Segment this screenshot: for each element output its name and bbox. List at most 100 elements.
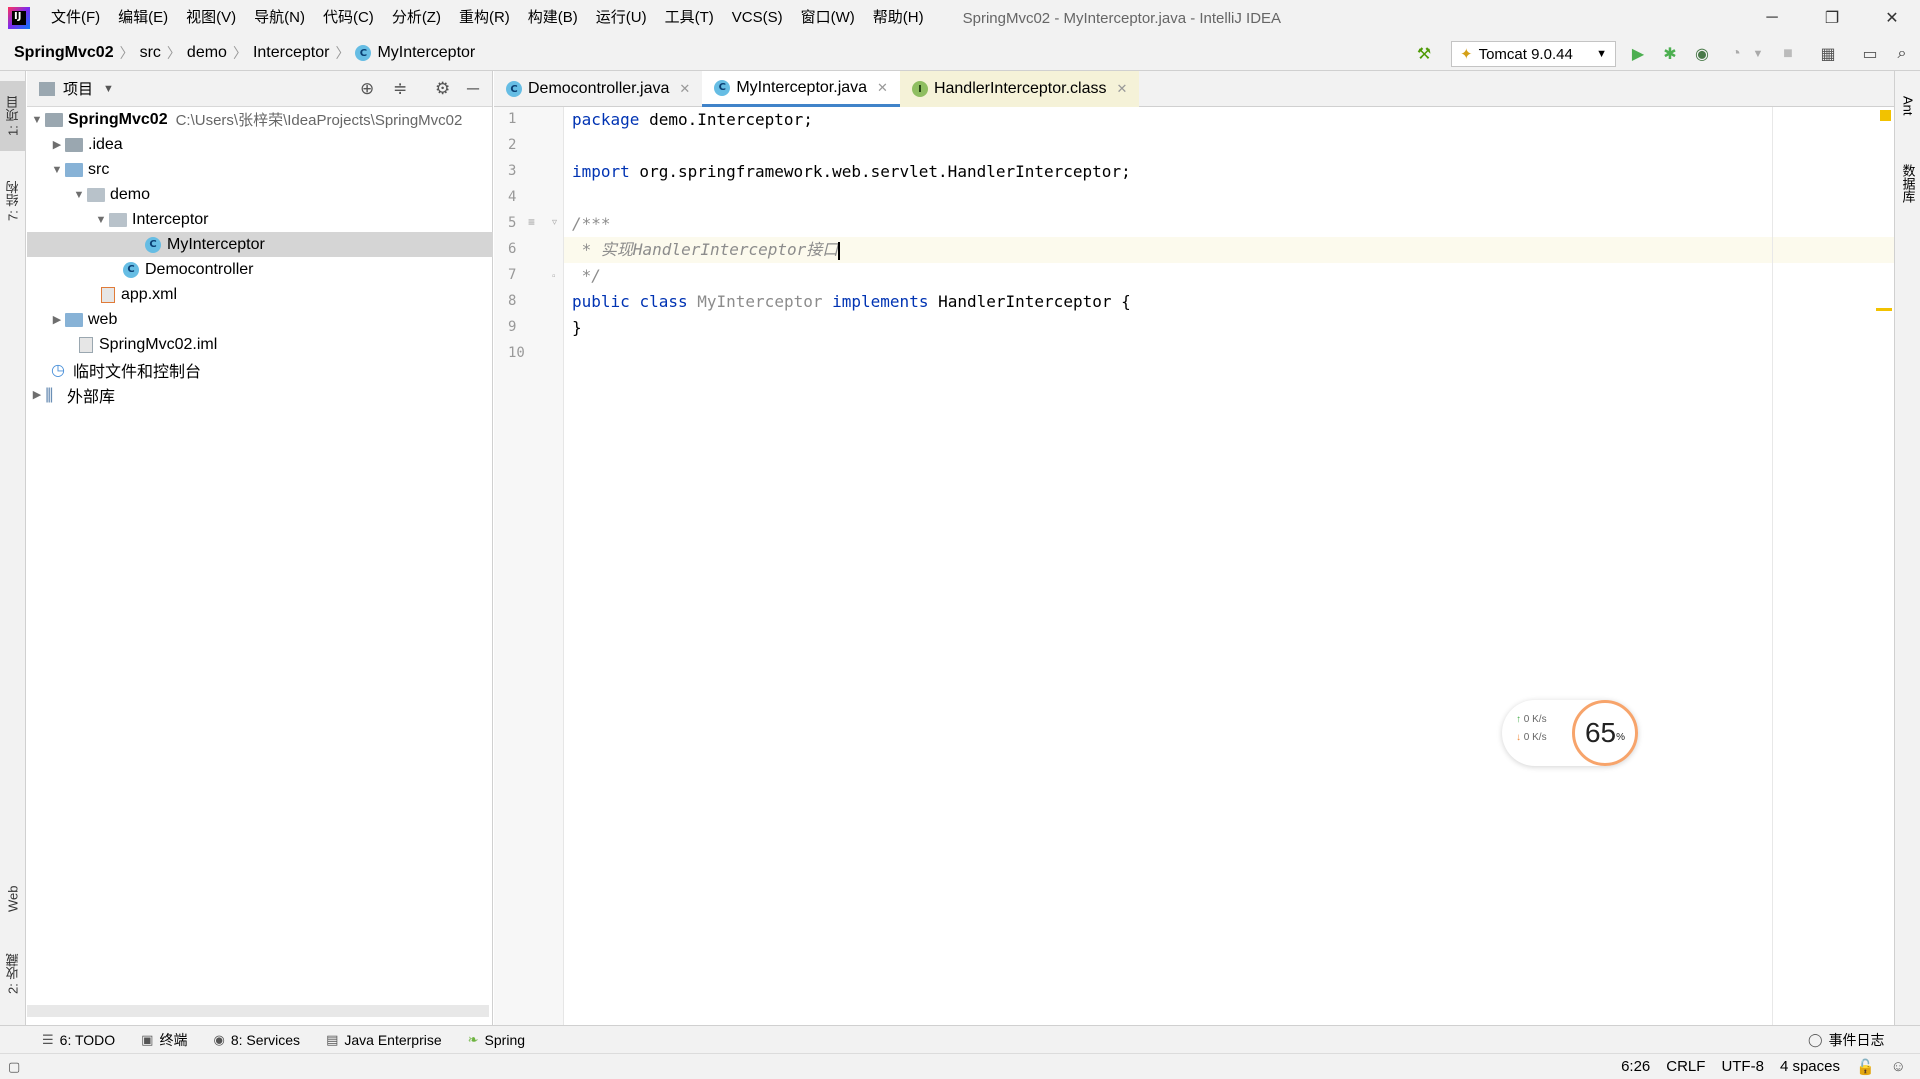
close-tab-icon[interactable]: ✕ — [1116, 81, 1127, 97]
package-icon — [109, 212, 127, 227]
menu-tools[interactable]: 工具(T) — [656, 0, 723, 36]
fold-end-icon[interactable]: ▫ — [552, 271, 556, 282]
collapsed-arrow-icon[interactable]: ▶ — [49, 138, 65, 151]
editor-gutter[interactable]: 1 2 3 4 5 6 7 8 9 10 ≡ ▿ ▫ — [494, 107, 564, 1025]
collapse-all-icon[interactable]: ≑ — [393, 79, 407, 99]
tab-terminal[interactable]: ▣ 终端 — [141, 1030, 187, 1050]
run-configuration-select[interactable]: ✦ Tomcat 9.0.44 ▼ — [1451, 41, 1616, 67]
menu-edit[interactable]: 编辑(E) — [109, 0, 177, 36]
close-icon[interactable]: ✕ — [1868, 0, 1916, 36]
collapsed-arrow-icon[interactable]: ▶ — [29, 388, 45, 401]
inspection-status-icon[interactable] — [1880, 110, 1891, 121]
breadcrumb-src[interactable]: src — [136, 44, 165, 62]
tree-node-appxml[interactable]: app.xml — [27, 282, 493, 307]
line-separator[interactable]: CRLF — [1666, 1058, 1705, 1075]
tree-node-label: SpringMvc02.iml — [99, 335, 218, 353]
tree-node-libraries[interactable]: ▶ ||| 外部库 — [27, 382, 493, 407]
debug-icon[interactable]: ✱ — [1660, 44, 1680, 64]
breadcrumb-file[interactable]: C MyInterceptor — [351, 44, 479, 62]
close-tab-icon[interactable]: ✕ — [679, 81, 690, 97]
tree-node-label: SpringMvc02 — [68, 110, 168, 128]
menu-run[interactable]: 运行(U) — [587, 0, 656, 36]
caret-position[interactable]: 6:26 — [1621, 1058, 1650, 1075]
tab-democontroller[interactable]: C Democontroller.java ✕ — [494, 71, 702, 107]
coverage-icon[interactable]: ◉ — [1692, 44, 1712, 64]
tomcat-icon: ✦ — [1460, 46, 1473, 63]
menu-code[interactable]: 代码(C) — [314, 0, 383, 36]
inspector-icon[interactable]: ☺ — [1891, 1058, 1906, 1075]
restore-icon[interactable]: ❐ — [1808, 0, 1856, 36]
locate-icon[interactable]: ⊕ — [360, 79, 374, 99]
tab-services[interactable]: ◉ 8: Services — [213, 1032, 300, 1048]
tab-java-enterprise[interactable]: ▤ Java Enterprise — [326, 1032, 442, 1048]
memory-usage-gauge: 65 % — [1572, 700, 1638, 766]
tree-node-interceptor[interactable]: ▼ Interceptor — [27, 207, 493, 232]
tree-node-democontroller[interactable]: C Democontroller — [27, 257, 493, 282]
lock-icon[interactable]: 🔓 — [1856, 1058, 1875, 1076]
profiler-icon[interactable]: ◔ — [1726, 44, 1746, 64]
fold-icon[interactable]: ▿ — [552, 217, 557, 228]
favorites-tool-tab[interactable]: 2: 收藏 — [0, 939, 26, 1009]
event-log-button[interactable]: ◯ 事件日志 — [1808, 1030, 1885, 1050]
tree-node-iml[interactable]: SpringMvc02.iml — [27, 332, 493, 357]
database-tool-tab[interactable]: 数据库 — [1895, 151, 1920, 215]
tab-myinterceptor[interactable]: C MyInterceptor.java ✕ — [702, 71, 900, 107]
download-speed: ↓ 0 K/s — [1516, 732, 1547, 743]
menu-analyze[interactable]: 分析(Z) — [383, 0, 450, 36]
left-tool-strip: 1: 项目 7: 结构 Web 2: 收藏 — [0, 71, 26, 1025]
collapsed-arrow-icon[interactable]: ▶ — [49, 313, 65, 326]
run-icon[interactable]: ▶ — [1628, 44, 1648, 64]
hide-panel-icon[interactable]: ─ — [467, 79, 479, 99]
code-editor[interactable]: package demo.Interceptor; import org.spr… — [564, 107, 1894, 1025]
toggle-tool-windows-icon[interactable]: ▢ — [8, 1059, 20, 1075]
warning-stripe-marker[interactable] — [1876, 308, 1892, 311]
profiler-dropdown-icon[interactable]: ▼ — [1748, 44, 1768, 64]
close-tab-icon[interactable]: ✕ — [877, 80, 888, 96]
search-icon[interactable]: ⌕ — [1892, 44, 1912, 64]
expanded-arrow-icon[interactable]: ▼ — [71, 189, 87, 201]
tab-spring[interactable]: ❧ Spring — [468, 1032, 525, 1048]
tree-node-label: 临时文件和控制台 — [73, 363, 202, 381]
menu-vcs[interactable]: VCS(S) — [723, 0, 792, 36]
tab-todo[interactable]: ☰ 6: TODO — [42, 1032, 115, 1048]
tree-node-demo[interactable]: ▼ demo — [27, 182, 493, 207]
menu-refactor[interactable]: 重构(R) — [450, 0, 519, 36]
expanded-arrow-icon[interactable]: ▼ — [93, 214, 109, 226]
project-tool-tab[interactable]: 1: 项目 — [0, 81, 26, 151]
breadcrumb-interceptor[interactable]: Interceptor — [249, 44, 333, 62]
breadcrumb-demo[interactable]: demo — [183, 44, 231, 62]
stop-icon[interactable]: ■ — [1778, 44, 1798, 64]
project-view-title[interactable]: 项目 — [63, 78, 93, 99]
expanded-arrow-icon[interactable]: ▼ — [49, 164, 65, 176]
tree-node-idea[interactable]: ▶ .idea — [27, 132, 493, 157]
navigation-bar: SpringMvc02 〉 src 〉 demo 〉 Interceptor 〉… — [0, 36, 1920, 71]
web-tool-tab[interactable]: Web — [0, 871, 26, 927]
horizontal-scrollbar[interactable] — [27, 1005, 489, 1017]
tree-node-web[interactable]: ▶ web — [27, 307, 493, 332]
minimize-icon[interactable]: ─ — [1748, 0, 1796, 36]
project-structure-icon[interactable]: ▦ — [1818, 44, 1838, 64]
terminal-window-icon[interactable]: ▭ — [1860, 44, 1880, 64]
chevron-down-icon[interactable]: ▼ — [103, 83, 114, 95]
ant-tool-tab[interactable]: Ant — [1895, 81, 1920, 131]
tree-node-project-root[interactable]: ▼ SpringMvc02 C:\Users\张梓荣\IdeaProjects\… — [27, 107, 493, 132]
tree-node-scratches[interactable]: ◷ 临时文件和控制台 — [27, 357, 493, 382]
menu-build[interactable]: 构建(B) — [519, 0, 587, 36]
file-encoding[interactable]: UTF-8 — [1721, 1058, 1764, 1075]
menu-help[interactable]: 帮助(H) — [864, 0, 933, 36]
expanded-arrow-icon[interactable]: ▼ — [29, 114, 45, 126]
doc-render-icon[interactable]: ≡ — [528, 215, 535, 229]
menu-view[interactable]: 视图(V) — [177, 0, 245, 36]
tree-node-src[interactable]: ▼ src — [27, 157, 493, 182]
tree-node-myinterceptor[interactable]: C MyInterceptor — [27, 232, 493, 257]
tab-handlerinterceptor[interactable]: I HandlerInterceptor.class ✕ — [899, 71, 1140, 107]
build-hammer-icon[interactable]: ⚒ — [1414, 44, 1434, 64]
gear-icon[interactable]: ⚙ — [435, 79, 450, 99]
menu-window[interactable]: 窗口(W) — [792, 0, 864, 36]
menu-file[interactable]: 文件(F) — [42, 0, 109, 36]
network-speed-widget[interactable]: ↑ 0 K/s ↓ 0 K/s 65 % — [1502, 700, 1638, 766]
menu-navigate[interactable]: 导航(N) — [245, 0, 314, 36]
indent-setting[interactable]: 4 spaces — [1780, 1058, 1840, 1075]
structure-tool-tab[interactable]: 7: 结构 — [0, 166, 26, 236]
breadcrumb-project[interactable]: SpringMvc02 — [10, 44, 118, 62]
